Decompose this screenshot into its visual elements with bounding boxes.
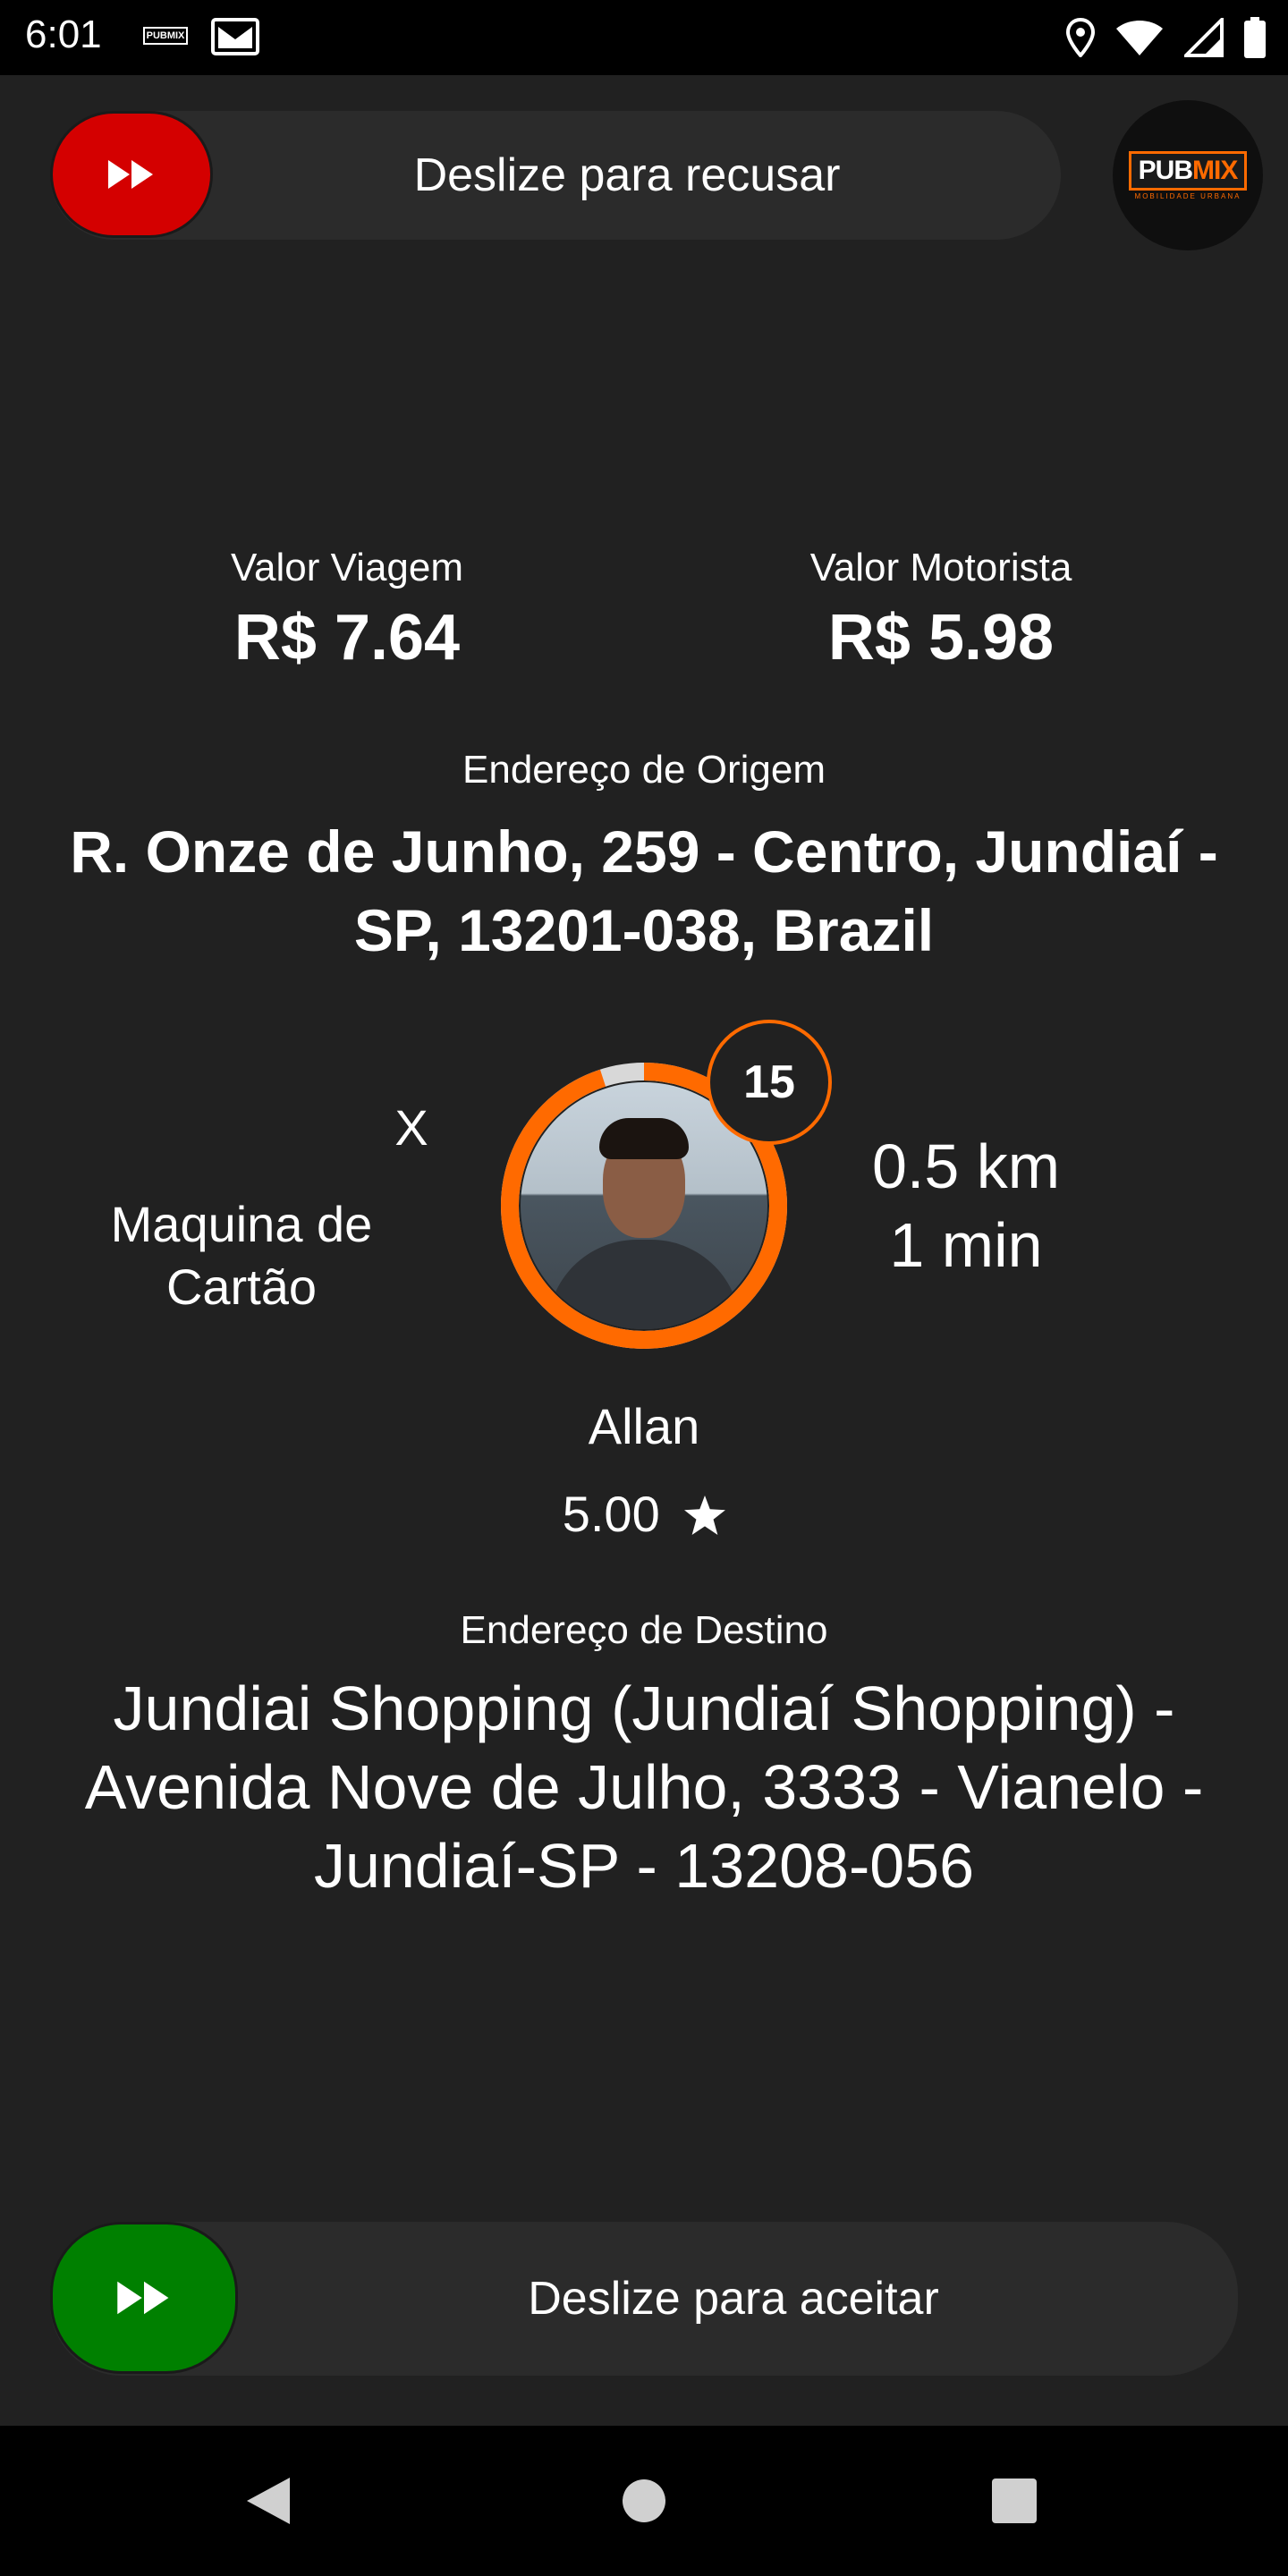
driver-value-label: Valor Motorista xyxy=(809,546,1072,589)
back-button[interactable] xyxy=(197,2426,340,2576)
recents-button[interactable] xyxy=(943,2426,1086,2576)
pubmix-notification-icon: PUBMIX xyxy=(143,27,188,45)
payment-x-label: X xyxy=(394,1099,428,1156)
reject-slider-label: Deslize para recusar xyxy=(413,149,841,201)
distance-time: 1 min xyxy=(889,1210,1043,1280)
countdown-badge: 15 xyxy=(707,1020,832,1145)
fast-forward-icon xyxy=(108,160,153,189)
recents-icon xyxy=(992,2479,1037,2523)
avatar-hair xyxy=(599,1118,689,1159)
passenger-rating: 5.00 xyxy=(0,1485,1288,1543)
pubmix-logo-subtitle: MOBILIDADE URBANA xyxy=(1134,191,1241,200)
driver-value-block: Valor Motorista R$ 5.98 xyxy=(691,546,1191,674)
back-icon xyxy=(247,2478,290,2524)
accept-slider-knob[interactable] xyxy=(50,2222,238,2374)
rating-value: 5.00 xyxy=(562,1486,660,1542)
origin-address: R. Onze de Junho, 259 - Centro, Jundiaí … xyxy=(70,818,1218,963)
destination-label: Endereço de Destino xyxy=(460,1608,828,1652)
trip-distance: 0.5 km 1 min xyxy=(805,1127,1127,1284)
distance-km: 0.5 km xyxy=(871,1131,1061,1201)
location-icon xyxy=(1066,18,1095,57)
payment-method: Maquina de Cartão xyxy=(110,1196,373,1315)
destination-address: Jundiai Shopping (Jundiaí Shopping) - Av… xyxy=(84,1674,1204,1901)
status-time: 6:01 xyxy=(25,13,102,56)
driver-value-amount: R$ 5.98 xyxy=(827,602,1055,674)
trip-value-block: Valor Viagem R$ 7.64 xyxy=(97,546,597,674)
home-icon xyxy=(623,2479,665,2522)
passenger-name: Allan xyxy=(588,1398,700,1454)
reject-slider-knob[interactable] xyxy=(50,111,213,238)
origin-label: Endereço de Origem xyxy=(462,748,826,792)
fast-forward-icon xyxy=(117,2281,169,2315)
accept-slider-label: Deslize para aceitar xyxy=(528,2273,939,2325)
signal-icon xyxy=(1184,18,1224,57)
wifi-icon xyxy=(1116,21,1163,55)
pubmix-logo: PUBMIX MOBILIDADE URBANA xyxy=(1113,100,1263,250)
navigation-bar xyxy=(0,2426,1288,2576)
battery-icon xyxy=(1244,17,1266,58)
avatar-body xyxy=(547,1240,741,1329)
star-icon xyxy=(684,1496,726,1535)
reject-slider[interactable]: Deslize para recusar xyxy=(50,111,1061,240)
pubmix-logo-text: PUBMIX xyxy=(1128,150,1248,191)
trip-value-amount: R$ 7.64 xyxy=(233,602,461,674)
home-button[interactable] xyxy=(572,2426,716,2576)
status-icons xyxy=(1066,16,1267,59)
trip-value-label: Valor Viagem xyxy=(230,546,464,589)
gmail-icon xyxy=(211,18,259,55)
status-bar: 6:01 PUBMIX xyxy=(0,0,1288,75)
accept-slider[interactable]: Deslize para aceitar xyxy=(50,2222,1238,2376)
